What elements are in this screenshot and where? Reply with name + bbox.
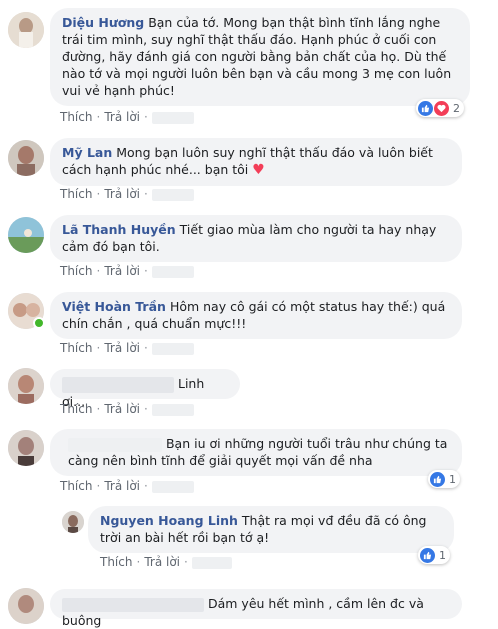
separator: · [136,555,141,569]
avatar[interactable] [62,511,84,533]
separator: · [96,341,101,355]
author-redacted [68,437,162,452]
comment-bubble: Bạn iu ơi những người tuổi trâu như chún… [50,429,462,476]
comment-bubble: Mỹ Lan Mong bạn luôn suy nghĩ thật thấu đ… [50,138,462,186]
timestamp-redacted [151,403,194,416]
reaction-count: 1 [449,472,456,486]
like-link[interactable]: Thích [60,264,92,278]
separator: · [144,264,148,278]
comment-actions: Thích · Trả lời · [60,110,194,124]
comment-text: Mong bạn luôn suy nghĩ thật thấu đáo và … [62,145,433,177]
avatar[interactable] [8,368,44,404]
comment-actions: Thích · Trả lời · [60,187,194,201]
comment-actions: Thích · Trả lời · [60,341,194,355]
like-reaction-icon [430,471,445,487]
author-redacted [62,597,204,612]
comment-author[interactable]: Mỹ Lan [62,145,112,160]
separator: · [184,555,188,569]
reply-link[interactable]: Trả lời [104,402,140,416]
avatar[interactable] [8,140,44,176]
separator: · [144,110,148,124]
timestamp-redacted [151,188,194,201]
like-link[interactable]: Thích [100,555,132,569]
reaction-summary[interactable]: 2 [416,99,464,117]
separator: · [144,341,148,355]
author-redacted [62,376,174,393]
avatar[interactable] [8,12,44,48]
avatar[interactable] [8,588,44,624]
reply-link[interactable]: Trả lời [144,555,180,569]
online-status-icon [33,317,45,329]
reply-link[interactable]: Trả lời [104,110,140,124]
timestamp-redacted [151,265,194,278]
comment-bubble: Nguyen Hoang Linh Thật ra mọi vđ đều đã c… [88,506,454,553]
comment-author[interactable]: Nguyen Hoang Linh [100,513,238,528]
timestamp-redacted [151,480,194,493]
separator: · [96,264,101,278]
like-link[interactable]: Thích [60,187,92,201]
separator: · [96,479,101,493]
comment-actions: Thích · Trả lời · [60,479,194,493]
reply-link[interactable]: Trả lời [104,187,140,201]
comment-bubble: Lã Thanh Huyền Tiết giao mùa làm cho ngườ… [50,215,462,262]
separator: · [96,187,101,201]
separator: · [144,402,148,416]
reply-link[interactable]: Trả lời [104,264,140,278]
like-link[interactable]: Thích [60,402,92,416]
reaction-count: 2 [453,101,460,115]
like-reaction-icon [420,547,435,563]
separator: · [96,110,101,124]
like-reaction-icon [418,100,433,116]
comment-actions: Thích · Trả lời · [60,264,194,278]
comment-actions: Thích · Trả lời · [60,402,194,416]
like-link[interactable]: Thích [60,479,92,493]
comment-actions: Thích · Trả lời · [100,555,232,569]
timestamp-redacted [191,556,232,569]
timestamp-redacted [151,111,194,124]
reaction-summary[interactable]: 1 [428,470,460,488]
avatar[interactable] [8,430,44,466]
comment-bubble: Việt Hoàn Trần Hôm nay cô gái có một stat… [50,292,462,339]
separator: · [144,187,148,201]
comment-bubble: Linh ơi... [50,369,240,409]
separator: · [144,479,148,493]
like-link[interactable]: Thích [60,341,92,355]
like-link[interactable]: Thích [60,110,92,124]
comment-author[interactable]: Diệu Hương [62,15,144,30]
comment-author[interactable]: Lã Thanh Huyền [62,222,176,237]
reaction-count: 1 [439,548,446,562]
separator: · [96,402,101,416]
reply-link[interactable]: Trả lời [104,341,140,355]
reply-link[interactable]: Trả lời [104,479,140,493]
avatar[interactable] [8,217,44,253]
comment-bubble: Dám yêu hết mình , cầm lên đc và buông [50,589,462,628]
love-reaction-icon [434,100,449,116]
reaction-summary[interactable]: 1 [418,546,450,564]
heart-emoji-icon: ♥ [252,162,265,178]
comment-bubble: Diệu Hương Bạn của tớ. Mong bạn thật bình… [50,8,470,106]
timestamp-redacted [151,342,194,355]
comment-author[interactable]: Việt Hoàn Trần [62,299,166,314]
